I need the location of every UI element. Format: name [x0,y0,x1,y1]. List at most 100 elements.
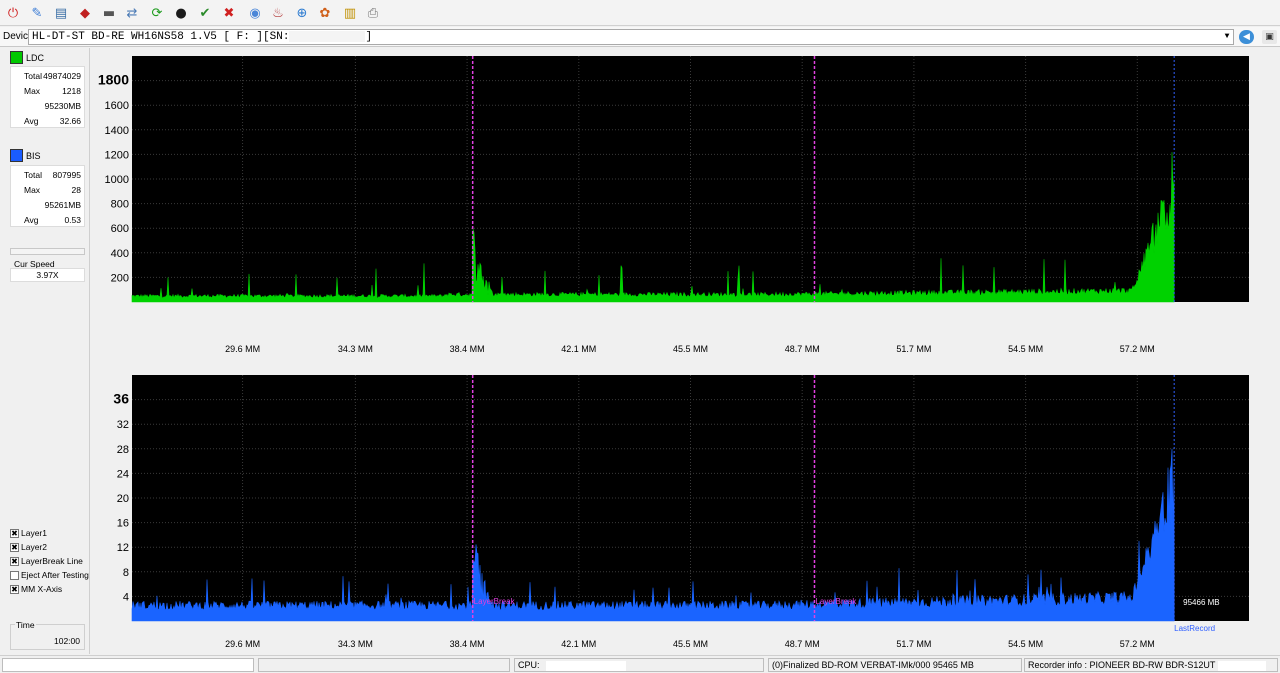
start-test-icon[interactable]: ● [171,3,191,23]
bis-max-label: Max [24,185,41,195]
chart-icon[interactable]: ▥ [340,3,360,23]
end-value-label: 95466 MB [1183,598,1219,607]
checkbox[interactable]: ✖ [10,529,19,538]
ldc-total-value: 49874029 [43,71,81,81]
option-label: Eject After Testing [21,570,89,580]
charts-svg: 200 400 600 800 1000 1200 1400 1600 1800 29.6 MM 3… [98,56,1249,649]
cpu-label: CPU: [518,660,540,670]
y-tick-label: 800 [111,199,129,211]
time-label: Time [15,620,36,630]
device-value: HL-DT-ST BD-RE WH16NS58 1.V5 [ F: ][SN: [32,31,290,43]
ldc-max-position: 95230MB [44,101,81,111]
camera-icon[interactable]: ▣ [1262,30,1277,44]
x-tick-label: 57.2 MM [1120,344,1155,354]
ldc-legend-label: LDC [26,53,45,63]
ldc-max-label: Max [24,86,41,96]
recorder-blank [1217,660,1266,671]
recorder-info: Recorder info : PIONEER BD-RW BDR-S12UT [1024,658,1278,672]
ldc-avg-label: Avg [24,116,39,126]
checkbox[interactable]: ✖ [10,543,19,552]
checkbox[interactable] [10,571,19,580]
chevron-down-icon[interactable]: ▼ [1221,30,1233,44]
y-tick-label: 200 [111,272,129,284]
bis-color-swatch [10,149,23,162]
layer-break-label: LayerBreak [815,597,857,606]
power-icon[interactable]: ⏻ [3,3,23,23]
scan-disc-icon[interactable]: ▤ [51,3,71,23]
x-tick-label: 51.7 MM [896,639,931,649]
time-value: 102:00 [54,636,80,646]
cur-speed-value: 3.97X [10,268,85,282]
ldc-avg-value: 32.66 [59,116,81,126]
checkbox[interactable]: ✖ [10,557,19,566]
erase-icon[interactable]: ◆ [75,3,95,23]
serial-number-field [289,30,366,42]
verify-icon[interactable]: ✔ [195,3,215,23]
status-bar: CPU: (0)Finalized BD-ROM VERBAT-IMk/000 … [0,655,1280,673]
settings-icon[interactable]: ✿ [315,3,335,23]
ldc-max-value: 1218 [62,86,81,96]
device-select[interactable]: HL-DT-ST BD-RE WH16NS58 1.V5 [ F: ][SN:]… [28,29,1234,45]
last-record-label: LastRecord [1174,624,1215,633]
y-tick-label: 12 [117,542,129,554]
y-tick-label: 1200 [105,149,129,161]
device-suffix: ] [365,31,373,43]
status-progress [2,658,254,672]
transfer-icon[interactable]: ⇄ [122,3,142,23]
x-tick-label: 54.5 MM [1008,639,1043,649]
x-tick-label: 48.7 MM [785,639,820,649]
x-tick-label: 29.6 MM [225,344,260,354]
y-tick-label: 1600 [105,100,129,112]
cpu-meter [546,660,627,671]
x-tick-label: 57.2 MM [1120,639,1155,649]
x-tick-label: 48.7 MM [785,344,820,354]
y-tick-label: 1400 [105,125,129,137]
x-tick-label: 45.5 MM [673,639,708,649]
y-tick-label: 16 [117,518,129,530]
recorder-text: Recorder info : PIONEER BD-RW BDR-S12UT [1028,660,1216,670]
y-tick-label: 28 [117,444,129,456]
disc-icon[interactable]: ◉ [245,3,265,23]
bis-stats: Total 807995 Max 28 95261MB Avg 0.53 [10,165,85,227]
drive-info-icon[interactable]: ✎ [27,3,47,23]
cpu-status: CPU: [514,658,764,672]
stop-icon[interactable]: ✖ [219,3,239,23]
x-tick-label: 38.4 MM [450,344,485,354]
device-bar: Device: HL-DT-ST BD-RE WH16NS58 1.V5 [ F… [0,27,1280,47]
status-blank [258,658,510,672]
x-tick-label: 34.3 MM [338,344,373,354]
x-tick-label: 42.1 MM [561,344,596,354]
print-icon[interactable]: ⎙ [363,3,383,23]
y-tick-label: 36 [113,391,129,407]
bis-avg-value: 0.53 [64,215,81,225]
copy-icon[interactable]: ⊕ [292,3,312,23]
ldc-color-swatch [10,51,23,64]
burn-icon[interactable]: ♨ [268,3,288,23]
x-tick-label: 45.5 MM [673,344,708,354]
layer-break-label: LayerBreak [474,597,516,606]
back-icon[interactable]: ◀ [1239,30,1254,44]
stats-panel: LDC Total 49874029 Max 1218 95230MB Avg 32.… [0,48,90,654]
eject-icon[interactable]: ▬ [99,3,119,23]
option-label: Layer1 [21,528,47,538]
y-tick-label: 1000 [105,174,129,186]
y-tick-label: 20 [117,493,129,505]
refresh-icon[interactable]: ⟳ [147,3,167,23]
option-label: MM X-Axis [21,584,63,594]
ldc-total-label: Total [24,71,42,81]
y-tick-label: 24 [117,468,129,480]
y-tick-label: 600 [111,223,129,235]
time-box: Time 102:00 [10,620,85,650]
y-tick-label: 32 [117,419,129,431]
bis-max-value: 28 [71,185,81,195]
checkbox[interactable]: ✖ [10,585,19,594]
x-tick-label: 29.6 MM [225,639,260,649]
bis-max-position: 95261MB [44,200,81,210]
y-tick-label: 400 [111,248,129,260]
chart-area: 200 400 600 800 1000 1200 1400 1600 1800 29.6 MM 3… [91,48,1280,654]
progress-bar [10,248,85,255]
x-tick-label: 38.4 MM [450,639,485,649]
toolbar: ⏻ ✎ ▤ ◆ ▬ ⇄ ⟳ ● ✔ ✖ ◉ ♨ ⊕ ✿ ▥ ⎙ [0,0,1280,26]
y-tick-label: 1800 [98,72,129,88]
ldc-stats: Total 49874029 Max 1218 95230MB Avg 32.66 [10,66,85,128]
